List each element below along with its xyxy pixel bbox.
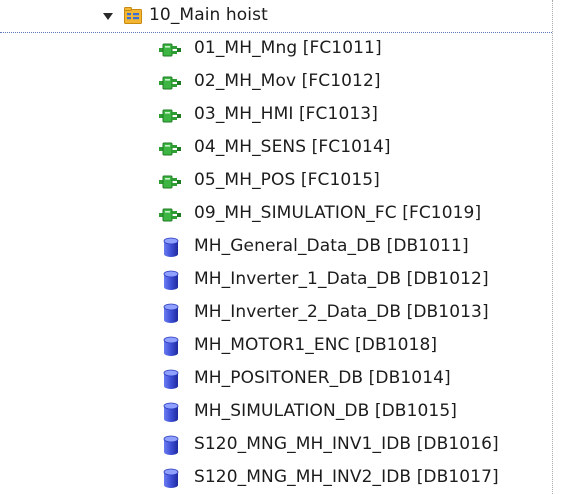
project-tree: 10_Main hoist 01_MH_Mng [FC1011] 02_MH_Mo… — [0, 0, 574, 494]
function-block-icon — [159, 76, 181, 90]
data-block-icon — [163, 270, 179, 290]
item-label: S120_MNG_MH_INV2_IDB [DB1017] — [194, 467, 499, 487]
item-label: 05_MH_POS [FC1015] — [194, 170, 380, 190]
item-label: MH_SIMULATION_DB [DB1015] — [194, 401, 457, 421]
item-label: MH_Inverter_1_Data_DB [DB1012] — [194, 269, 489, 289]
tree-item-row[interactable]: 03_MH_HMI [FC1013] — [0, 99, 552, 132]
item-label: MH_General_Data_DB [DB1011] — [194, 236, 469, 256]
tree-item-row[interactable]: MH_SIMULATION_DB [DB1015] — [0, 396, 552, 429]
data-block-icon — [163, 369, 179, 389]
item-label: MH_MOTOR1_ENC [DB1018] — [194, 335, 438, 355]
tree-item-row[interactable]: MH_Inverter_1_Data_DB [DB1012] — [0, 264, 552, 297]
tree-item-row[interactable]: 09_MH_SIMULATION_FC [FC1019] — [0, 198, 552, 231]
item-label: S120_MNG_MH_INV1_IDB [DB1016] — [194, 434, 499, 454]
tree-item-row[interactable]: MH_MOTOR1_ENC [DB1018] — [0, 330, 552, 363]
item-label: 03_MH_HMI [FC1013] — [194, 104, 378, 124]
data-block-icon — [163, 402, 179, 422]
tree-item-row[interactable]: 05_MH_POS [FC1015] — [0, 165, 552, 198]
tree-item-row[interactable]: S120_MNG_MH_INV1_IDB [DB1016] — [0, 429, 552, 462]
tree-item-row[interactable]: MH_POSITONER_DB [DB1014] — [0, 363, 552, 396]
tree-item-row[interactable]: 02_MH_Mov [FC1012] — [0, 66, 552, 99]
tree-item-row[interactable]: 04_MH_SENS [FC1014] — [0, 132, 552, 165]
folder-label: 10_Main hoist — [149, 5, 268, 25]
function-block-icon — [159, 142, 181, 156]
data-block-icon — [163, 237, 179, 257]
data-block-icon — [163, 435, 179, 455]
function-block-icon — [159, 208, 181, 222]
expand-arrow-icon[interactable] — [103, 13, 113, 20]
function-block-icon — [159, 43, 181, 57]
function-block-icon — [159, 109, 181, 123]
data-block-icon — [163, 303, 179, 323]
item-label: 02_MH_Mov [FC1012] — [194, 71, 381, 91]
item-label: 01_MH_Mng [FC1011] — [194, 38, 382, 58]
item-label: 09_MH_SIMULATION_FC [FC1019] — [194, 203, 482, 223]
program-folder-icon — [124, 7, 142, 24]
item-label: MH_Inverter_2_Data_DB [DB1013] — [194, 302, 489, 322]
column-divider — [552, 0, 553, 494]
tree-folder-main-hoist[interactable]: 10_Main hoist — [0, 0, 552, 33]
item-label: MH_POSITONER_DB [DB1014] — [194, 368, 451, 388]
function-block-icon — [159, 175, 181, 189]
tree-item-row[interactable]: MH_General_Data_DB [DB1011] — [0, 231, 552, 264]
data-block-icon — [163, 336, 179, 356]
tree-item-row[interactable]: MH_Inverter_2_Data_DB [DB1013] — [0, 297, 552, 330]
item-label: 04_MH_SENS [FC1014] — [194, 137, 391, 157]
tree-item-row[interactable]: S120_MNG_MH_INV2_IDB [DB1017] — [0, 462, 552, 494]
data-block-icon — [163, 468, 179, 488]
tree-item-row[interactable]: 01_MH_Mng [FC1011] — [0, 33, 552, 66]
